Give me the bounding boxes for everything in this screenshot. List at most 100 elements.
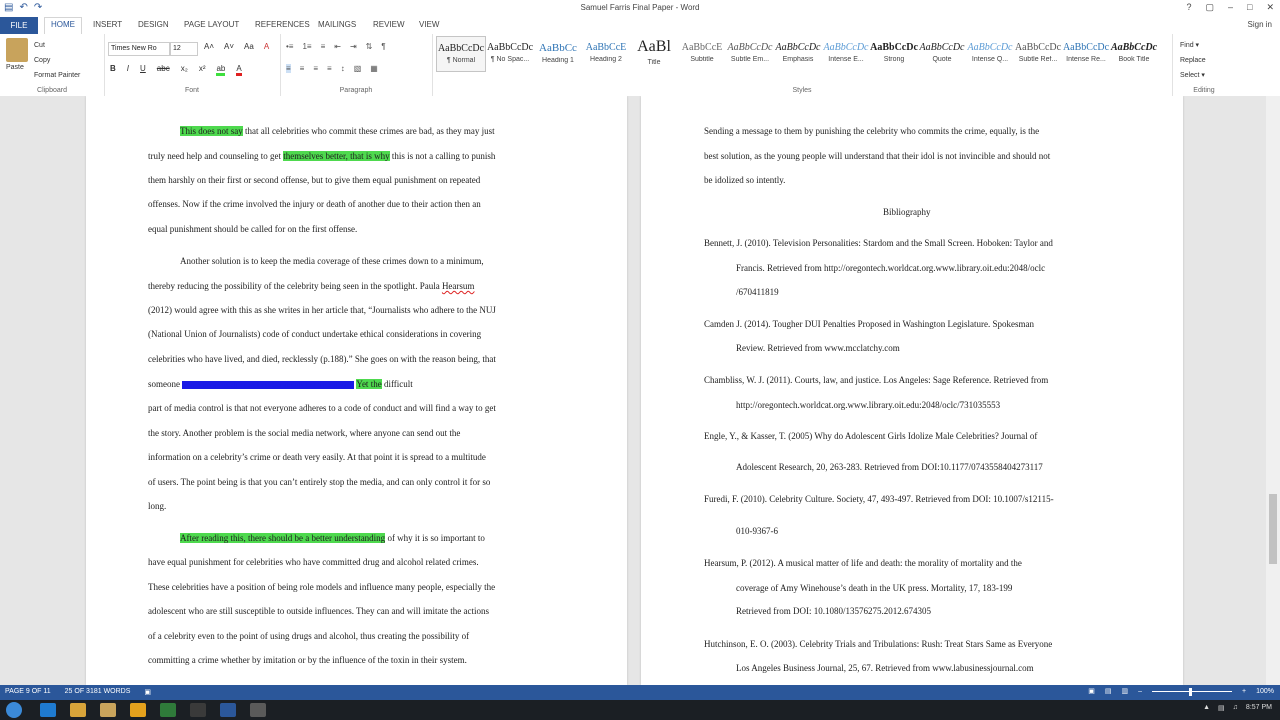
style-subtle-emphasis[interactable]: AaBbCcDc Subtle Em... xyxy=(726,36,774,70)
text-line[interactable]: After reading this, there should be a be… xyxy=(180,533,485,543)
select-button[interactable]: Select ▾ xyxy=(1180,68,1206,83)
document-page-right[interactable]: Sending a message to them by punishing t… xyxy=(641,96,1183,685)
style-book-title[interactable]: AaBbCcDc Book Title xyxy=(1110,36,1158,70)
text-line[interactable]: long. xyxy=(148,501,166,511)
text-line[interactable]: committing a crime whether by imitation … xyxy=(148,655,467,665)
text-span[interactable]: of why it is so important to xyxy=(385,533,485,543)
cut-button[interactable]: Cut xyxy=(34,38,80,53)
reference-entry[interactable]: Review. Retrieved from www.mcclatchy.com xyxy=(736,343,900,353)
increase-indent-icon[interactable]: ⇥ xyxy=(350,42,357,51)
network-icon[interactable]: ▤ xyxy=(1218,704,1225,712)
tab-file[interactable]: FILE xyxy=(0,17,38,34)
tab-references[interactable]: REFERENCES xyxy=(255,20,310,29)
reference-entry[interactable]: Los Angeles Business Journal, 25, 67. Re… xyxy=(736,663,1034,673)
align-left-icon[interactable]: ≡ xyxy=(286,64,291,73)
text-line[interactable]: celebrities who have lived, and died, re… xyxy=(148,354,496,364)
reference-entry[interactable]: Retrieved from DOI: 10.1080/13576275.201… xyxy=(736,606,931,616)
sort-icon[interactable]: ⇅ xyxy=(366,42,373,51)
text-span[interactable]: truly need help and counseling to get xyxy=(148,151,283,161)
reference-entry[interactable]: coverage of Amy Winehouse’s death in the… xyxy=(736,583,1012,593)
reference-entry[interactable]: Bennett, J. (2010). Television Personali… xyxy=(704,238,1053,248)
zoom-in-button[interactable]: + xyxy=(1242,688,1246,695)
line-spacing-icon[interactable]: ↕ xyxy=(341,64,345,73)
style-no-spacing[interactable]: AaBbCcDc ¶ No Spac... xyxy=(486,36,534,70)
text-line[interactable]: offenses. Now if the crime involved the … xyxy=(148,199,481,209)
align-right-icon[interactable]: ≡ xyxy=(313,64,318,73)
text-line[interactable]: best solution, as the young people will … xyxy=(704,151,1050,161)
reference-entry[interactable]: http://oregontech.worldcat.org.www.libra… xyxy=(736,400,1000,410)
style-intense-emphasis[interactable]: AaBbCcDc Intense E... xyxy=(822,36,870,70)
app-icon-2[interactable] xyxy=(190,703,206,717)
proofing-icon[interactable]: ▣ xyxy=(144,688,151,696)
tab-design[interactable]: DESIGN xyxy=(138,20,169,29)
text-line[interactable]: part of media control is that not everyo… xyxy=(148,403,496,413)
decrease-indent-icon[interactable]: ⇤ xyxy=(334,42,341,51)
clock[interactable]: 8:57 PM xyxy=(1246,704,1272,712)
page-count[interactable]: PAGE 9 OF 11 xyxy=(5,688,51,696)
text-line[interactable]: someone who is irresponsible or reckless… xyxy=(148,379,413,389)
zoom-slider[interactable] xyxy=(1152,687,1232,696)
text-line[interactable]: them harshly on their first or second of… xyxy=(148,175,480,185)
shading-icon[interactable]: ▧ xyxy=(354,64,362,73)
style-intense-quote[interactable]: AaBbCcDc Intense Q... xyxy=(966,36,1014,70)
style-normal[interactable]: AaBbCcDc ¶ Normal xyxy=(436,36,486,72)
reference-entry[interactable]: /670411819 xyxy=(736,287,779,297)
style-quote[interactable]: AaBbCcDc Quote xyxy=(918,36,966,70)
text-line[interactable]: truly need help and counseling to get th… xyxy=(148,151,495,161)
tab-insert[interactable]: INSERT xyxy=(93,20,122,29)
multilevel-list-icon[interactable]: ≡ xyxy=(321,42,326,51)
text-line[interactable]: (National Union of Journalists) code of … xyxy=(148,329,481,339)
paste-icon[interactable] xyxy=(6,38,28,62)
replace-button[interactable]: Replace xyxy=(1180,53,1206,68)
bullets-icon[interactable]: •≡ xyxy=(286,42,293,51)
text-line[interactable]: These celebrities have a position of bei… xyxy=(148,582,495,592)
text-span[interactable]: that all celebrities who commit these cr… xyxy=(243,126,495,136)
scrollbar-thumb[interactable] xyxy=(1269,494,1277,564)
tab-mailings[interactable]: MAILINGS xyxy=(318,20,356,29)
style-emphasis[interactable]: AaBbCcDc Emphasis xyxy=(774,36,822,70)
zoom-slider-knob[interactable] xyxy=(1189,687,1192,696)
shrink-font-button[interactable]: A˅ xyxy=(224,42,234,51)
style-strong[interactable]: AaBbCcDc Strong xyxy=(870,36,918,70)
reference-entry[interactable]: 010-9367-6 xyxy=(736,526,778,536)
highlighted-text[interactable]: themselves better, that is why xyxy=(283,151,390,161)
underline-button[interactable]: U xyxy=(140,64,146,76)
justify-icon[interactable]: ≡ xyxy=(327,64,332,73)
app-icon-3[interactable] xyxy=(250,703,266,717)
style-heading-2[interactable]: AaBbCcE Heading 2 xyxy=(582,36,630,70)
text-line[interactable]: have equal punishment for celebrities wh… xyxy=(148,557,479,567)
highlighted-text[interactable]: After reading this, there should be a be… xyxy=(180,533,386,543)
text-span[interactable]: someone xyxy=(148,379,182,389)
tab-review[interactable]: REVIEW xyxy=(373,20,405,29)
subscript-button[interactable]: x₂ xyxy=(181,64,188,76)
tray-arrow-icon[interactable]: ▲ xyxy=(1203,704,1210,712)
text-line[interactable]: (2012) would agree with this as she writ… xyxy=(148,305,496,315)
read-mode-icon[interactable]: ▣ xyxy=(1088,687,1095,695)
text-line[interactable]: Sending a message to them by punishing t… xyxy=(704,126,1039,136)
text-line[interactable]: thereby reducing the possibility of the … xyxy=(148,281,474,291)
start-button-icon[interactable] xyxy=(6,702,22,718)
ribbon-display-icon[interactable]: ▢ xyxy=(1205,2,1214,13)
font-color-icon[interactable]: A xyxy=(236,64,242,76)
vertical-scrollbar[interactable] xyxy=(1266,96,1280,685)
tab-view[interactable]: VIEW xyxy=(419,20,439,29)
clear-format-icon[interactable]: A xyxy=(264,42,269,51)
volume-icon[interactable]: ♫ xyxy=(1233,704,1238,712)
word-count[interactable]: 25 OF 3181 WORDS xyxy=(65,688,131,696)
reference-entry[interactable]: Furedi, F. (2010). Celebrity Culture. So… xyxy=(704,494,1054,504)
text-span[interactable]: thereby reducing the possibility of the … xyxy=(148,281,442,291)
file-explorer-icon[interactable] xyxy=(100,703,116,717)
bold-button[interactable]: B xyxy=(110,64,116,76)
borders-icon[interactable]: ▦ xyxy=(370,64,378,73)
close-icon[interactable]: ✕ xyxy=(1266,2,1274,13)
text-line[interactable]: This does not say that all celebrities w… xyxy=(180,126,495,136)
text-line[interactable]: be idolized so intently. xyxy=(704,175,785,185)
reference-entry[interactable]: Chambliss, W. J. (2011). Courts, law, an… xyxy=(704,375,1048,385)
reference-entry[interactable]: Adolescent Research, 20, 263-283. Retrie… xyxy=(736,462,1043,472)
highlighted-text[interactable]: Yet the xyxy=(356,379,382,389)
tab-home[interactable]: HOME xyxy=(44,17,82,35)
app-icon[interactable] xyxy=(160,703,176,717)
reference-entry[interactable]: Francis. Retrieved from http://oregontec… xyxy=(736,263,1045,273)
word-taskbar-icon[interactable] xyxy=(220,703,236,717)
style-title[interactable]: AaBl Title xyxy=(630,36,678,70)
